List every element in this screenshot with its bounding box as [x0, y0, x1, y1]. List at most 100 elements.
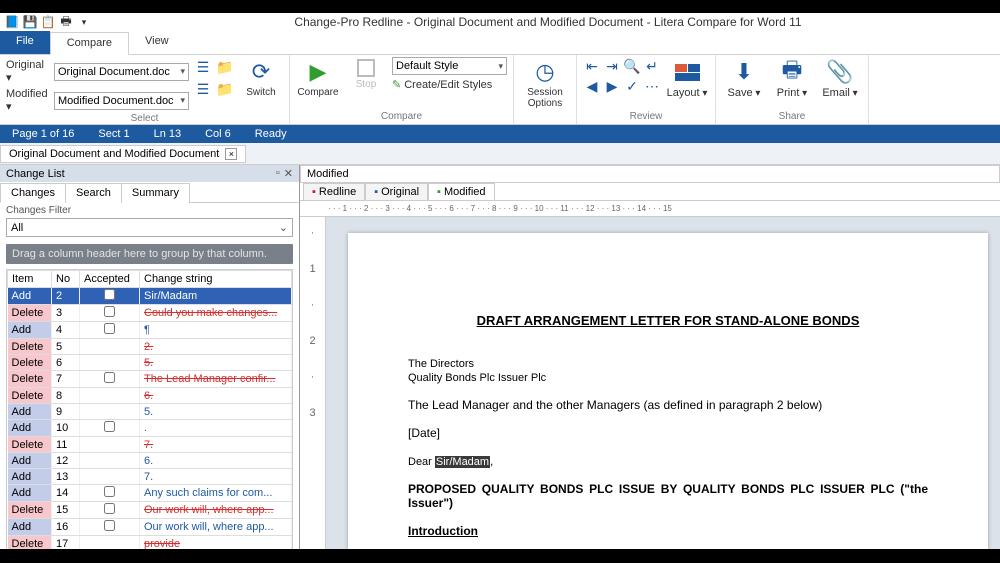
- accept-checkbox[interactable]: [104, 306, 115, 317]
- switch-icon: ⟳: [248, 59, 274, 85]
- col-change[interactable]: Change string: [140, 271, 292, 288]
- status-page: Page 1 of 16: [0, 128, 86, 140]
- table-row[interactable]: Add16Our work will, where app...: [8, 519, 292, 536]
- switch-button[interactable]: ⟳ Switch: [239, 57, 283, 98]
- doc-para: [Date]: [408, 426, 928, 440]
- tab-file[interactable]: File: [0, 31, 50, 54]
- app-icon: 📘: [4, 14, 20, 30]
- doc-para: The DirectorsQuality Bonds Plc Issuer Pl…: [408, 356, 928, 384]
- qat-dropdown-icon[interactable]: ▾: [76, 14, 92, 30]
- prev-change-icon[interactable]: ⇤: [583, 57, 601, 75]
- next-icon[interactable]: ▶: [603, 77, 621, 95]
- paperclip-icon: 📎: [827, 59, 853, 85]
- folder-icon[interactable]: 📁: [215, 57, 235, 77]
- create-styles-button[interactable]: ✎ Create/Edit Styles: [392, 78, 507, 91]
- document-page: DRAFT ARRANGEMENT LETTER FOR STAND-ALONE…: [348, 233, 988, 563]
- review-nav: ⇤ ⇥ 🔍 ↵ ◀ ▶ ✓ ⋯: [583, 57, 661, 95]
- modified-label: Modified ▾: [6, 88, 50, 113]
- col-no[interactable]: No: [52, 271, 80, 288]
- toggle-icon[interactable]: ✓: [623, 77, 641, 95]
- status-col: Col 6: [193, 128, 243, 140]
- modified-icon: ▪: [437, 186, 441, 198]
- table-row[interactable]: Delete52.: [8, 339, 292, 355]
- list-icon-2[interactable]: ☰: [193, 79, 213, 99]
- change-list-panel: Change List ▫ ✕ Changes Search Summary C…: [0, 165, 300, 563]
- next-change-icon[interactable]: ⇥: [603, 57, 621, 75]
- col-item[interactable]: Item: [8, 271, 52, 288]
- tab-changes[interactable]: Changes: [0, 183, 66, 203]
- close-icon[interactable]: ×: [225, 148, 237, 160]
- prev-icon[interactable]: ◀: [583, 77, 601, 95]
- tab-search[interactable]: Search: [65, 183, 122, 203]
- tab-summary[interactable]: Summary: [121, 183, 190, 203]
- more-icon[interactable]: ⋯: [643, 77, 661, 95]
- table-row[interactable]: Delete15Our work will, where app...: [8, 502, 292, 519]
- col-accepted[interactable]: Accepted: [80, 271, 140, 288]
- share-group-label: Share: [779, 111, 806, 124]
- stop-icon: [357, 59, 375, 77]
- accept-checkbox[interactable]: [104, 421, 115, 432]
- email-button[interactable]: 📎 Email ▾: [818, 57, 862, 99]
- table-row[interactable]: Delete86.: [8, 388, 292, 404]
- print-icon[interactable]: 🖶: [58, 14, 74, 30]
- review-group-label: Review: [630, 111, 663, 124]
- compare-group-label: Compare: [381, 111, 422, 124]
- vertical-ruler: ·1·2·3: [300, 217, 326, 563]
- status-ln: Ln 13: [142, 128, 194, 140]
- status-ready: Ready: [243, 128, 299, 140]
- document-tab[interactable]: Original Document and Modified Document …: [0, 145, 246, 163]
- table-row[interactable]: Delete3Could you make changes...: [8, 305, 292, 322]
- find-icon[interactable]: 🔍: [623, 57, 641, 75]
- style-select[interactable]: Default Style: [392, 57, 507, 75]
- accept-checkbox[interactable]: [104, 289, 115, 300]
- table-row[interactable]: Delete65.: [8, 355, 292, 371]
- window-title: Change-Pro Redline - Original Document a…: [96, 15, 1000, 29]
- accept-checkbox[interactable]: [104, 372, 115, 383]
- save-icon[interactable]: 💾: [22, 14, 38, 30]
- print-button[interactable]: 🖶 Print ▾: [770, 57, 814, 99]
- tab-view[interactable]: View: [129, 31, 185, 54]
- filter-select[interactable]: All: [6, 218, 293, 237]
- compare-button[interactable]: ▶ Compare: [296, 57, 340, 98]
- stop-button[interactable]: Stop: [344, 57, 388, 90]
- view-original[interactable]: ▪Original: [365, 183, 428, 200]
- table-row[interactable]: Add2Sir/Madam: [8, 288, 292, 305]
- original-icon: ▪: [374, 186, 378, 198]
- table-row[interactable]: Add14Any such claims for com...: [8, 485, 292, 502]
- ribbon: Original ▾ Original Document.doc Modifie…: [0, 55, 1000, 125]
- table-row[interactable]: Add95.: [8, 404, 292, 420]
- original-label: Original ▾: [6, 59, 50, 84]
- accept-checkbox[interactable]: [104, 323, 115, 334]
- minimize-icon[interactable]: ▫: [276, 167, 280, 180]
- folder-icon-2[interactable]: 📁: [215, 79, 235, 99]
- layout-button[interactable]: Layout ▾: [665, 57, 709, 99]
- table-row[interactable]: Delete117.: [8, 437, 292, 453]
- download-icon: ⬇: [731, 59, 757, 85]
- goto-icon[interactable]: ↵: [643, 57, 661, 75]
- table-row[interactable]: Add137.: [8, 469, 292, 485]
- filter-label: Changes Filter: [0, 203, 299, 218]
- view-redline[interactable]: ▪Redline: [303, 183, 365, 200]
- close-panel-icon[interactable]: ✕: [284, 167, 293, 180]
- select-group-label: Select: [131, 113, 159, 126]
- table-row[interactable]: Delete7The Lead Manager confir...: [8, 371, 292, 388]
- changes-grid[interactable]: Item No Accepted Change string Add2Sir/M…: [6, 269, 293, 553]
- group-hint: Drag a column header here to group by th…: [6, 244, 293, 264]
- table-row[interactable]: Add10.: [8, 420, 292, 437]
- original-doc-select[interactable]: Original Document.doc: [54, 63, 189, 81]
- save-button[interactable]: ⬇ Save ▾: [722, 57, 766, 99]
- accept-checkbox[interactable]: [104, 486, 115, 497]
- accept-checkbox[interactable]: [104, 503, 115, 514]
- clipboard-icon[interactable]: 📋: [40, 14, 56, 30]
- tab-compare[interactable]: Compare: [50, 32, 129, 55]
- printer-icon: 🖶: [779, 59, 805, 85]
- list-icon[interactable]: ☰: [193, 57, 213, 77]
- table-row[interactable]: Add4¶: [8, 322, 292, 339]
- view-modified[interactable]: ▪Modified: [428, 183, 494, 200]
- table-row[interactable]: Add126.: [8, 453, 292, 469]
- redline-icon: ▪: [312, 186, 316, 198]
- session-options-button[interactable]: ◷ Session Options: [520, 57, 570, 109]
- modified-doc-select[interactable]: Modified Document.doc: [54, 92, 189, 110]
- document-tabs: Original Document and Modified Document …: [0, 143, 1000, 165]
- accept-checkbox[interactable]: [104, 520, 115, 531]
